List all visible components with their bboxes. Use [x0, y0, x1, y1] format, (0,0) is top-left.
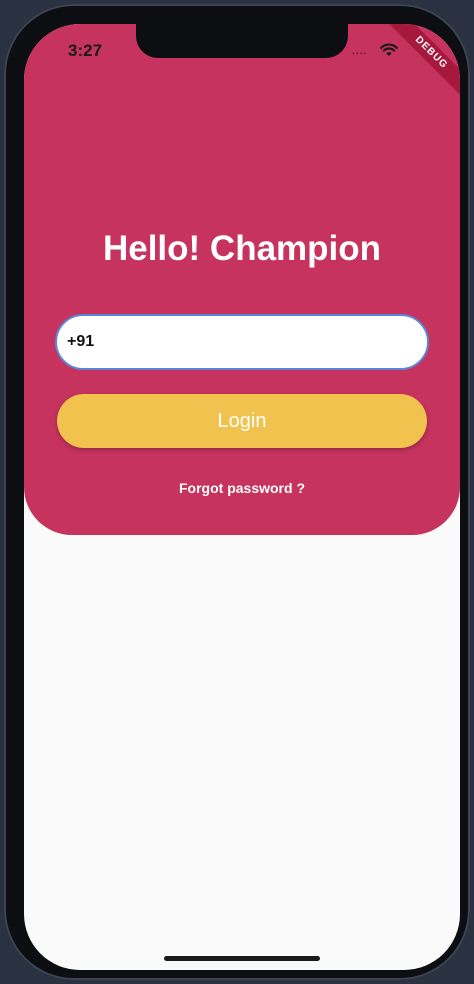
home-indicator[interactable]	[164, 956, 320, 961]
forgot-password-link[interactable]: Forgot password ?	[24, 480, 460, 496]
login-card: Hello! Champion Login Forgot password ?	[24, 24, 460, 535]
device-frame: Hello! Champion Login Forgot password ? …	[0, 0, 474, 984]
phone-number-input[interactable]	[55, 314, 429, 370]
page-title: Hello! Champion	[102, 229, 382, 268]
phone-bezel: Hello! Champion Login Forgot password ? …	[4, 4, 470, 980]
wifi-icon	[380, 43, 398, 56]
login-button[interactable]: Login	[57, 394, 427, 448]
signal-dots-icon: ••••	[352, 49, 368, 58]
status-bar-time: 3:27	[68, 41, 103, 60]
app-screen: Hello! Champion Login Forgot password ? …	[24, 24, 460, 970]
device-notch	[136, 24, 348, 58]
